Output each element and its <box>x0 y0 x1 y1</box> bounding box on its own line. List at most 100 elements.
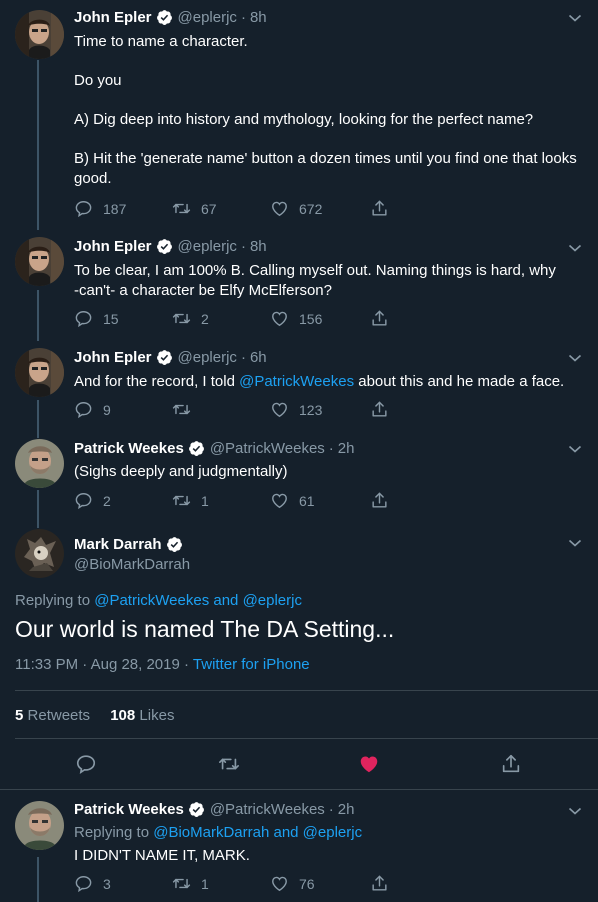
heart-filled-icon <box>358 753 380 775</box>
display-name[interactable]: Patrick Weekes <box>74 801 184 818</box>
like-button[interactable]: 76 <box>270 874 315 893</box>
reply-button[interactable]: 187 <box>74 199 126 218</box>
retweet-button[interactable]: 2 <box>172 309 209 328</box>
retweet-button[interactable] <box>218 753 240 775</box>
divider <box>15 690 598 691</box>
tweet-text: I DIDN'T NAME IT, MARK. <box>74 847 250 864</box>
retweet-icon <box>172 199 191 218</box>
display-name[interactable]: John Epler <box>74 9 152 26</box>
handle[interactable]: @eplerjc <box>178 349 237 366</box>
share-button[interactable] <box>370 400 389 419</box>
retweet-button[interactable] <box>172 400 201 419</box>
tweet-header: Patrick Weekes @PatrickWeekes · 2h <box>74 801 355 818</box>
chevron-down-icon[interactable] <box>568 806 582 816</box>
retweet-count: 1 <box>201 875 209 892</box>
reply-icon <box>74 199 93 218</box>
replying-to: Replying to @BioMarkDarrah and @eplerjc <box>74 824 363 841</box>
reply-button[interactable]: 15 <box>74 309 119 328</box>
share-button[interactable] <box>500 753 522 775</box>
share-icon <box>370 400 389 419</box>
tweet-header: John Epler @eplerjc · 6h <box>74 349 267 366</box>
retweet-count: 2 <box>201 310 209 327</box>
share-icon <box>370 874 389 893</box>
chevron-down-icon[interactable] <box>568 13 582 23</box>
verified-badge-icon <box>188 801 205 818</box>
like-button[interactable] <box>358 753 380 775</box>
replying-to-link[interactable]: @PatrickWeekes and @eplerjc <box>94 592 302 609</box>
like-button[interactable]: 123 <box>270 400 322 419</box>
retweet-count: 67 <box>201 200 217 217</box>
reply-button[interactable]: 3 <box>74 874 111 893</box>
likes-stat[interactable]: 108 Likes <box>110 707 174 724</box>
share-button[interactable] <box>370 874 389 893</box>
replying-to-link[interactable]: @BioMarkDarrah and @eplerjc <box>153 824 362 841</box>
chevron-down-icon[interactable] <box>568 444 582 454</box>
retweet-count: 1 <box>201 492 209 509</box>
timestamp[interactable]: 8h <box>250 238 267 255</box>
reply-count: 9 <box>103 401 111 418</box>
handle[interactable]: @PatrickWeekes <box>210 440 325 457</box>
like-count: 76 <box>299 875 315 892</box>
reply-count: 3 <box>103 875 111 892</box>
reply-button[interactable] <box>75 753 97 775</box>
like-count: 123 <box>299 401 323 418</box>
reply-count: 187 <box>103 200 127 217</box>
share-icon <box>370 309 389 328</box>
like-button[interactable]: 672 <box>270 199 322 218</box>
share-button[interactable] <box>370 309 389 328</box>
like-button[interactable]: 156 <box>270 309 322 328</box>
retweet-icon <box>172 400 191 419</box>
chevron-down-icon[interactable] <box>568 243 582 253</box>
timestamp[interactable]: 2h <box>338 801 355 818</box>
main-tweet-text: Our world is named The DA Setting... <box>15 616 395 642</box>
handle[interactable]: @eplerjc <box>178 238 237 255</box>
handle[interactable]: @PatrickWeekes <box>210 801 325 818</box>
retweet-icon <box>172 491 191 510</box>
display-name[interactable]: John Epler <box>74 238 152 255</box>
timestamp[interactable]: 6h <box>250 349 267 366</box>
handle[interactable]: @eplerjc <box>178 9 237 26</box>
chevron-down-icon[interactable] <box>568 538 582 548</box>
source-link[interactable]: Twitter for iPhone <box>193 656 310 673</box>
timestamp[interactable]: 8h <box>250 9 267 26</box>
timestamp[interactable]: 2h <box>338 440 355 457</box>
display-name[interactable]: John Epler <box>74 349 152 366</box>
avatar[interactable] <box>15 348 64 397</box>
tweet-metadata: 11:33 PM · Aug 28, 2019 · Twitter for iP… <box>15 656 310 673</box>
reply-count: 15 <box>103 310 119 327</box>
reply-button[interactable]: 2 <box>74 491 111 510</box>
replying-to: Replying to @PatrickWeekes and @eplerjc <box>15 592 302 609</box>
avatar[interactable] <box>15 237 64 286</box>
tweet-text: (Sighs deeply and judgmentally) <box>74 463 288 480</box>
tweet-text: To be clear, I am 100% B. Calling myself… <box>74 262 556 299</box>
retweet-button[interactable]: 1 <box>172 491 209 510</box>
retweets-stat[interactable]: 5 Retweets <box>15 707 90 724</box>
avatar[interactable] <box>15 10 64 59</box>
handle[interactable]: @BioMarkDarrah <box>74 556 190 573</box>
verified-badge-icon <box>156 9 173 26</box>
display-name[interactable]: Mark Darrah <box>74 536 162 553</box>
heart-icon <box>270 874 289 893</box>
main-tweet-author[interactable]: Mark Darrah <box>74 536 183 553</box>
thread-line <box>37 60 39 230</box>
avatar[interactable] <box>15 529 64 578</box>
like-count: 156 <box>299 310 323 327</box>
retweet-button[interactable]: 1 <box>172 874 209 893</box>
tweet-header: John Epler @eplerjc · 8h <box>74 9 267 26</box>
share-button[interactable] <box>370 491 389 510</box>
mention-link[interactable]: @PatrickWeekes <box>239 373 354 390</box>
chevron-down-icon[interactable] <box>568 353 582 363</box>
reply-button[interactable]: 9 <box>74 400 111 419</box>
tweet-header: John Epler @eplerjc · 8h <box>74 238 267 255</box>
reply-icon <box>75 753 97 775</box>
like-button[interactable]: 61 <box>270 491 315 510</box>
share-button[interactable] <box>370 199 389 218</box>
avatar[interactable] <box>15 439 64 488</box>
avatar[interactable] <box>15 801 64 850</box>
retweet-icon <box>172 874 191 893</box>
display-name[interactable]: Patrick Weekes <box>74 440 184 457</box>
retweet-button[interactable]: 67 <box>172 199 217 218</box>
reply-icon <box>74 309 93 328</box>
timestamp[interactable]: 11:33 PM · Aug 28, 2019 · <box>15 656 193 673</box>
heart-icon <box>270 199 289 218</box>
